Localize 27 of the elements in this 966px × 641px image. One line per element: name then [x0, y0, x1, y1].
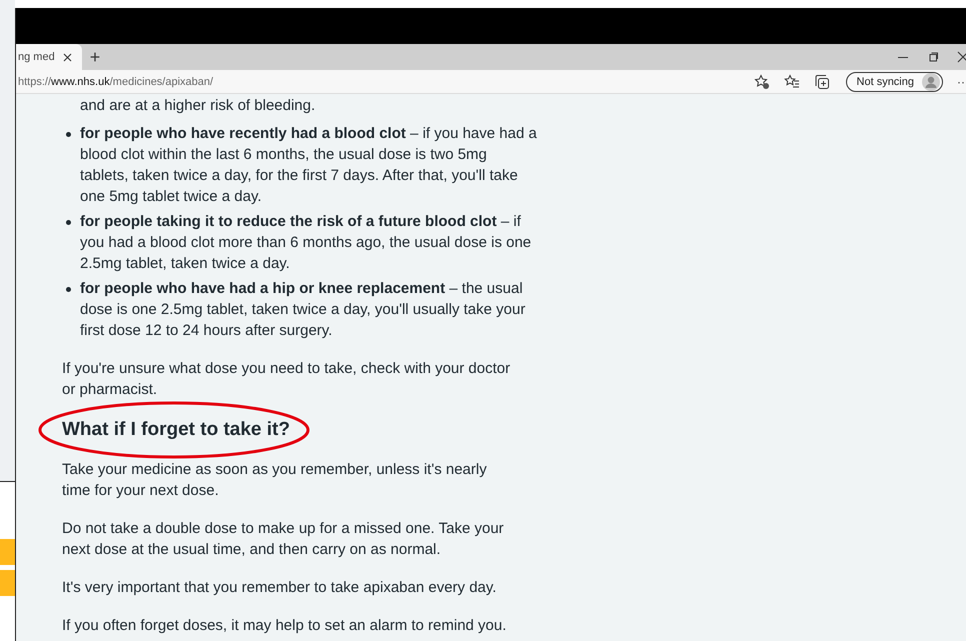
sync-button[interactable]: Not syncing	[846, 72, 943, 92]
bullet-icon	[66, 132, 71, 137]
paragraph-text: Take your medicine as soon as you remember, unless it's nearly time for your next dose.	[62, 460, 488, 501]
address-field[interactable]: https://www.nhs.uk/medicines/apixaban/	[16, 76, 754, 88]
favorites-icon[interactable]	[784, 74, 800, 90]
avatar-icon	[922, 72, 940, 90]
restore-icon[interactable]	[927, 51, 939, 63]
paragraph-text: It's very important that you remember to take apixaban every day.	[62, 578, 498, 598]
close-icon[interactable]	[62, 52, 72, 62]
accent-bar	[0, 539, 15, 565]
paragraph-text: and are at a higher risk of bleeding.	[80, 96, 316, 116]
close-icon[interactable]	[957, 51, 966, 63]
list-item-text: for people taking it to reduce the risk of a future blood clot – if you had a blood clot more than 6 months ago, the usual dose is one 2.5mg tablet, taken twice a day.	[80, 212, 532, 274]
favorite-add-icon[interactable]	[754, 74, 770, 90]
paragraph-text: If you're unsure what dose you need to take, check with your doctor or pharmacist.	[62, 359, 512, 400]
paragraph-text: If you often forget doses, it may help to set an alarm to remind you.	[62, 616, 508, 636]
list-item-text: for people who have had a hip or knee replacement – the usual dose is one 2.5mg tablet, taken twice a day, you'll usually take your first dose 12 to 24 hours after surgery.	[80, 279, 526, 341]
browser-tab[interactable]: ng med	[16, 44, 82, 70]
bullet-icon	[66, 220, 71, 225]
new-tab-button[interactable]: +	[82, 44, 108, 70]
collections-icon[interactable]	[814, 74, 830, 90]
more-button[interactable]: ···	[957, 74, 966, 88]
section-heading: What if I forget to take it?	[62, 418, 290, 442]
paragraph-text: Do not take a double dose to make up for a missed one. Take your next dose at the usual time, and then carry on as normal.	[62, 519, 505, 560]
bullet-icon	[66, 287, 71, 292]
list-item-text: for people who have recently had a blood clot – if you have had a blood clot within the last 6 months, the usual dose is two 5mg tablets, taken twice a day, for the first 7 days. After that, you'll take one 5mg tablet twice a day.	[80, 124, 538, 207]
accent-bar	[0, 570, 15, 596]
